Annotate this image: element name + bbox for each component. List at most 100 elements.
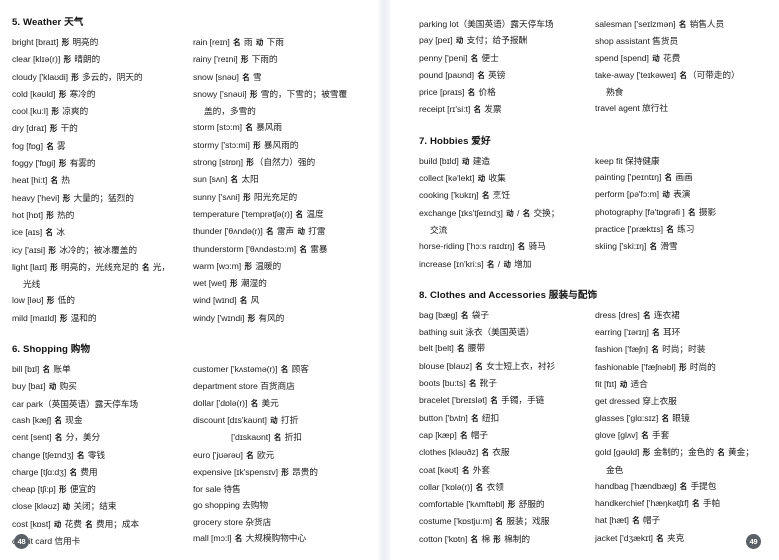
entry: dollar ['dɒlə(r)] 名 美元 bbox=[193, 395, 370, 412]
part-of-speech-marker: 形 bbox=[49, 124, 58, 134]
part-of-speech-marker: 名 bbox=[460, 430, 468, 441]
part-of-speech-marker: 名 bbox=[678, 19, 687, 30]
part-of-speech-marker: 名 bbox=[461, 310, 469, 321]
part-of-speech-marker: 名 bbox=[517, 242, 526, 252]
entry-continuation: 盖的，多雪的 bbox=[203, 106, 256, 117]
entry: painting ['peɪntɪŋ] 名 画画 bbox=[595, 169, 769, 186]
section-shopping: 6. Shopping 购物 bill [bɪl] 名 账单 buy [baɪ]… bbox=[12, 343, 370, 549]
entry: glove [glʌv] 名 手套 bbox=[595, 427, 769, 444]
entry: fashion ['fæʃn] 名 时尚；时装 bbox=[595, 341, 769, 358]
part-of-speech-marker: 形 bbox=[62, 193, 71, 203]
entry: salesman ['seɪlzmən] 名 销售人员 bbox=[595, 16, 769, 33]
entry: discount [dɪs'kaʊnt] 动 打折 bbox=[193, 412, 370, 429]
entry: low [ləʊ] 形 低的 bbox=[12, 292, 193, 309]
entry: collar ['kɒlə(r)] 名 衣领 bbox=[419, 479, 595, 496]
part-of-speech-marker: 名 bbox=[50, 176, 58, 186]
part-of-speech-marker: 动 bbox=[503, 259, 511, 269]
entry: travel agent 旅行社 bbox=[594, 103, 669, 114]
entry: cheap [tʃi:p] 形 便宜的 bbox=[12, 481, 193, 498]
part-of-speech-marker: 名 bbox=[664, 172, 672, 183]
part-of-speech-marker: 名 bbox=[462, 465, 470, 475]
part-of-speech-marker: 名 bbox=[69, 467, 77, 478]
entry: rain [reɪn] 名 雨 动 下雨 bbox=[193, 34, 370, 51]
part-of-speech-marker: 名 bbox=[46, 141, 54, 151]
entry: glasses ['glɑ:sɪz] 名 眼镜 bbox=[595, 410, 769, 427]
section-title-shopping: 6. Shopping 购物 bbox=[12, 344, 91, 356]
section-shopping-continued: parking lot（美国英语）露天停车场 pay [peɪ] 动 支付；给予… bbox=[419, 16, 769, 119]
part-of-speech-marker: 名 bbox=[471, 413, 479, 423]
section-title-hobbies: 7. Hobbies 爱好 bbox=[419, 135, 491, 147]
entry: clothes [kləʊðz] 名 衣服 bbox=[419, 444, 595, 461]
column-b: rain [reɪn] 名 雨 动 下雨 rainy ['reɪni] 形 下雨… bbox=[193, 34, 370, 327]
entry: photography [fə'tɒgrəfi ] 名 摄影 bbox=[595, 204, 769, 221]
entry: ['dɪskaʊnt] 名 折扣 bbox=[193, 429, 370, 446]
part-of-speech-marker: 名 bbox=[475, 482, 484, 493]
part-of-speech-marker: 名 bbox=[233, 37, 241, 48]
entry: keep fit 保持健康 bbox=[594, 155, 660, 166]
part-of-speech-marker: 名 bbox=[273, 432, 282, 443]
entry: cloudy ['klaʊdi] 形 多云的，阴天的 bbox=[12, 69, 193, 86]
entry: build [bɪld] 动 建造 bbox=[419, 153, 595, 170]
part-of-speech-marker: 名 bbox=[679, 481, 688, 492]
entry: close [kləʊz] 动 关闭；结束 bbox=[12, 498, 193, 515]
entry: foggy ['fɒgi] 形 有雾的 bbox=[12, 155, 193, 172]
part-of-speech-marker: 名 bbox=[641, 430, 649, 441]
entry: boots [bu:ts] 名 靴子 bbox=[419, 375, 595, 392]
entry: rainy ['reɪni] 形 下雨的 bbox=[193, 51, 370, 68]
section-clothes-accessories: 8. Clothes and Accessories 服装与配饰 bag [bæ… bbox=[419, 289, 769, 548]
part-of-speech-marker: 形 bbox=[281, 467, 289, 478]
book-gutter bbox=[378, 0, 391, 560]
entry: for sale 待售 bbox=[192, 484, 241, 495]
part-of-speech-marker: 名 bbox=[470, 53, 479, 63]
entry: cash [kæʃ] 名 现金 bbox=[12, 412, 193, 429]
entry: shop assistant 售货员 bbox=[594, 36, 679, 47]
part-of-speech-marker: 形 bbox=[243, 192, 251, 202]
part-of-speech-marker: 动 bbox=[462, 156, 470, 166]
entry: receipt [rɪ'si:t] 名 发票 bbox=[419, 101, 595, 118]
entry: horse-riding ['hɔ:s raɪdɪŋ] 名 骑马 bbox=[419, 238, 595, 255]
part-of-speech-marker: 形 bbox=[642, 447, 651, 458]
entry: heat [hi:t] 名 热 bbox=[12, 172, 193, 189]
part-of-speech-marker: 名 bbox=[481, 447, 489, 458]
entry: charge [tʃɑ:dʒ] 名 费用 bbox=[12, 464, 193, 481]
part-of-speech-marker: 名 bbox=[688, 207, 696, 217]
part-of-speech-marker: 名 bbox=[470, 534, 478, 544]
entry: change [tʃeɪndʒ] 名 零钱 bbox=[12, 447, 193, 464]
entry: bathing suit 泳衣（美国英语） bbox=[419, 327, 535, 338]
part-of-speech-marker: 形 bbox=[71, 72, 79, 82]
entry: icy ['aɪsi] 形 冰冷的；被冰覆盖的 bbox=[12, 242, 193, 259]
part-of-speech-marker: 形 bbox=[61, 37, 70, 48]
column-a: bag [bæg] 名 袋子 bathing suit 泳衣（美国英语） bel… bbox=[419, 307, 595, 548]
part-of-speech-marker: 名 bbox=[280, 364, 289, 375]
entry: button ['bʌtn] 名 纽扣 bbox=[419, 410, 595, 427]
page-number-left: 48 bbox=[14, 534, 29, 549]
entry: car park（英国英语）露天停车场 bbox=[12, 398, 138, 409]
part-of-speech-marker: 动 bbox=[297, 227, 305, 237]
entry: increase [ɪn'kri:s] 名 / 动 增加 bbox=[419, 256, 595, 273]
entry: clear [klɪə(r)] 形 晴朗的 bbox=[12, 51, 193, 68]
entry-continuation: 熟食 bbox=[605, 87, 624, 98]
part-of-speech-marker: 名 bbox=[230, 175, 238, 185]
section-title-clothes: 8. Clothes and Accessories 服装与配饰 bbox=[419, 289, 598, 301]
part-of-speech-marker: 形 bbox=[253, 140, 261, 150]
part-of-speech-marker: 形 bbox=[58, 89, 67, 100]
entry: coat [kəʊt] 名 外套 bbox=[419, 462, 595, 479]
column-a: parking lot（美国英语）露天停车场 pay [peɪ] 动 支付；给予… bbox=[419, 16, 595, 119]
section-columns: bag [bæg] 名 袋子 bathing suit 泳衣（美国英语） bel… bbox=[419, 307, 769, 548]
entry: bag [bæg] 名 袋子 bbox=[419, 307, 595, 324]
entry-continuation: 光线 bbox=[23, 279, 41, 290]
entry: cooking ['kʊkɪŋ] 名 烹饪 bbox=[419, 187, 595, 204]
part-of-speech-marker: 名 bbox=[717, 447, 725, 458]
part-of-speech-marker: 形 bbox=[59, 484, 67, 495]
entry: snowy ['snəʊi] 形 雪的，下雪的；被雪覆 bbox=[193, 86, 370, 103]
entry: go shopping 去购物 bbox=[192, 500, 269, 511]
entry: earring ['ɪərɪŋ] 名 耳环 bbox=[595, 324, 769, 341]
part-of-speech-marker: 名 bbox=[632, 516, 640, 526]
part-of-speech-marker: 名 bbox=[242, 72, 250, 82]
entry: hot [hɒt] 形 热的 bbox=[12, 207, 193, 224]
part-of-speech-marker: 名 bbox=[245, 123, 253, 133]
column-b: keep fit 保持健康 painting ['peɪntɪŋ] 名 画画 p… bbox=[595, 153, 769, 273]
part-of-speech-marker: 名 bbox=[299, 244, 307, 254]
entry: thunderstorm ['θʌndəstɔ:m] 名 雷暴 bbox=[193, 241, 370, 258]
entry: get dressed 穿上衣服 bbox=[594, 396, 677, 407]
